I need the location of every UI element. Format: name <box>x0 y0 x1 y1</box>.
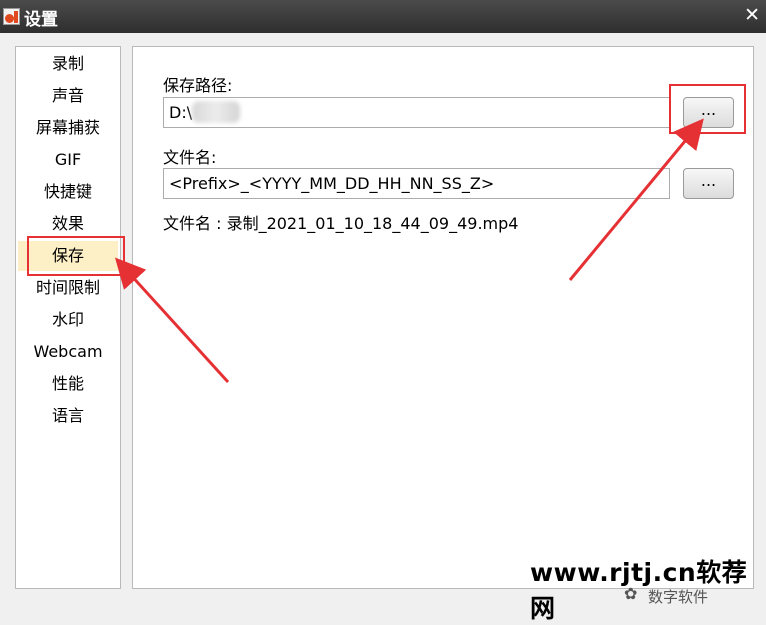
watermark-subtitle: 数字软件 <box>648 588 709 606</box>
arrow-to-browse <box>568 118 704 281</box>
arrow-to-save <box>114 257 230 384</box>
wechat-icon: ✿ <box>624 584 638 603</box>
annotation-arrows <box>114 118 704 384</box>
